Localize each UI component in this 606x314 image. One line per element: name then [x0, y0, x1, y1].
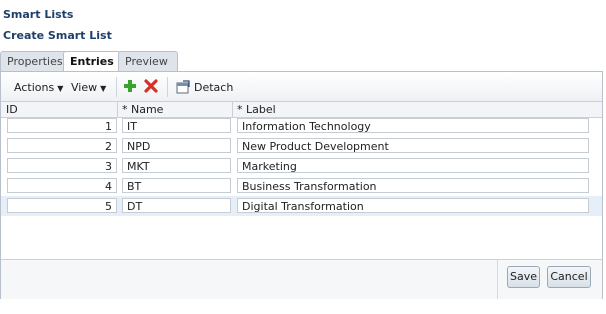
id-cell[interactable]: 4 [7, 178, 117, 193]
name-field[interactable]: IT [122, 118, 231, 133]
column-header-label[interactable]: * Label [237, 103, 276, 116]
id-cell[interactable]: 5 [7, 198, 117, 213]
actions-menu-label: Actions [14, 81, 55, 94]
column-header-id[interactable]: ID [6, 103, 18, 116]
add-row-icon[interactable] [123, 79, 137, 93]
cancel-button[interactable]: Cancel [547, 266, 591, 288]
name-field[interactable]: NPD [122, 138, 231, 153]
table-row[interactable]: 1 IT Information Technology [1, 116, 602, 136]
table-row[interactable]: 2 NPD New Product Development [1, 136, 602, 156]
tab-preview-label: Preview [125, 55, 168, 68]
column-divider[interactable] [117, 102, 118, 117]
detach-icon[interactable] [176, 80, 190, 94]
page-title: Create Smart List [3, 29, 112, 42]
dialog-footer: Save Cancel [1, 259, 602, 299]
label-field[interactable]: Digital Transformation [237, 198, 589, 213]
footer-divider [497, 260, 498, 299]
delete-row-icon[interactable] [144, 79, 158, 93]
label-field[interactable]: Business Transformation [237, 178, 589, 193]
name-field[interactable]: DT [122, 198, 231, 213]
column-header-name[interactable]: * Name [122, 103, 163, 116]
toolbar-separator [167, 77, 168, 97]
chevron-down-icon: ▼ [57, 84, 64, 93]
view-menu[interactable]: View ▼ [71, 81, 106, 94]
tab-entries[interactable]: Entries [63, 51, 121, 72]
name-field[interactable]: BT [122, 178, 231, 193]
column-divider[interactable] [232, 102, 233, 117]
label-field[interactable]: New Product Development [237, 138, 589, 153]
tab-properties-label: Properties [7, 55, 63, 68]
table-row[interactable]: 3 MKT Marketing [1, 156, 602, 176]
table-row-selected[interactable]: 5 DT Digital Transformation [1, 196, 602, 216]
id-cell[interactable]: 2 [7, 138, 117, 153]
name-field[interactable]: MKT [122, 158, 231, 173]
entries-panel: Actions ▼ View ▼ Detach ID * Name * Label … [0, 71, 603, 299]
id-cell[interactable]: 1 [7, 118, 117, 133]
label-field[interactable]: Marketing [237, 158, 589, 173]
toolbar: Actions ▼ View ▼ Detach [1, 72, 602, 101]
actions-menu[interactable]: Actions ▼ [14, 81, 63, 94]
table-row[interactable]: 4 BT Business Transformation [1, 176, 602, 196]
view-menu-label: View [71, 81, 98, 94]
toolbar-separator [116, 77, 117, 97]
tab-properties[interactable]: Properties [0, 51, 68, 71]
chevron-down-icon: ▼ [100, 84, 107, 93]
save-button[interactable]: Save [507, 266, 540, 288]
label-field[interactable]: Information Technology [237, 118, 589, 133]
tab-entries-label: Entries [70, 55, 114, 68]
detach-button[interactable]: Detach [194, 81, 233, 94]
breadcrumb-smart-lists: Smart Lists [3, 8, 74, 21]
id-cell[interactable]: 3 [7, 158, 117, 173]
tab-preview[interactable]: Preview [118, 51, 178, 71]
